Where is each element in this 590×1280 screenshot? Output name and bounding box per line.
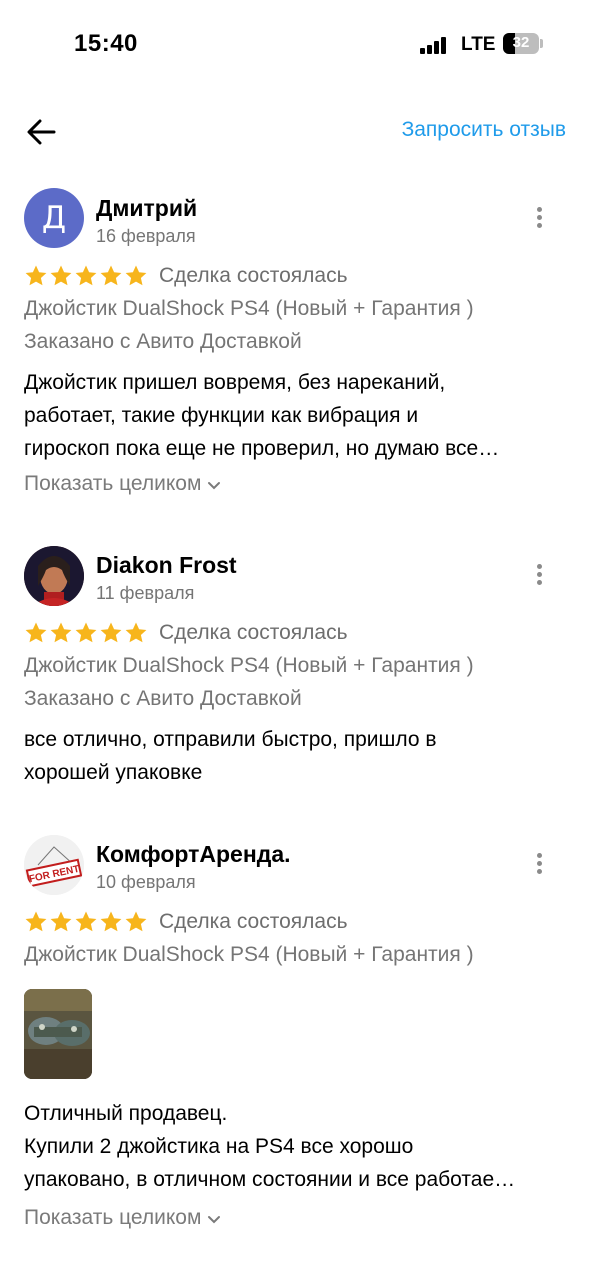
review-text-line: все отлично, отправили быстро, пришло в: [24, 728, 437, 751]
review-date: 10 февраля: [96, 872, 196, 892]
review-photo[interactable]: [24, 989, 92, 1079]
show-full-button[interactable]: Показать целиком: [24, 472, 221, 496]
item-title[interactable]: Джойстик DualShock PS4 (Новый + Гарантия…: [24, 654, 474, 678]
avatar[interactable]: Д: [24, 188, 84, 248]
show-full-label: Показать целиком: [24, 1206, 202, 1229]
avatar[interactable]: FOR RENT: [24, 835, 84, 895]
gamepad-photo-image: [24, 989, 92, 1079]
review-text-line: работает, такие функции как вибрация и: [24, 404, 419, 427]
more-options-button[interactable]: [530, 203, 550, 233]
author-name[interactable]: КомфортАренда.: [96, 841, 291, 868]
item-title[interactable]: Джойстик DualShock PS4 (Новый + Гарантия…: [24, 297, 474, 321]
request-review-link[interactable]: Запросить отзыв: [402, 118, 566, 142]
avatar[interactable]: [24, 546, 84, 606]
author-name[interactable]: Diakon Frost: [96, 552, 237, 579]
star-icon: [25, 622, 47, 643]
review-date: 16 февраля: [96, 226, 196, 246]
star-icon: [100, 911, 122, 932]
back-button[interactable]: [22, 112, 62, 152]
status-time: 15:40: [74, 30, 138, 57]
chevron-down-icon: [208, 1216, 221, 1224]
chevron-down-icon: [208, 482, 221, 490]
star-icon: [100, 265, 122, 286]
network-type: LTE: [461, 34, 496, 55]
signal-icon: [420, 36, 450, 54]
delivery-note: Заказано с Авито Доставкой: [24, 687, 302, 710]
rating-stars: [24, 910, 148, 934]
delivery-note: Заказано с Авито Доставкой: [24, 330, 302, 353]
star-icon: [125, 265, 147, 286]
star-icon: [25, 265, 47, 286]
more-options-button[interactable]: [530, 849, 550, 879]
show-full-button[interactable]: Показать целиком: [24, 1206, 221, 1230]
star-icon: [75, 622, 97, 643]
review-text-line: упаковано, в отличном состоянии и все ра…: [24, 1168, 516, 1191]
show-full-label: Показать целиком: [24, 472, 202, 495]
star-icon: [100, 622, 122, 643]
battery-level: 32: [512, 34, 530, 51]
review-text-line: гироскоп пока еще не проверил, но думаю …: [24, 437, 500, 460]
rating-stars: [24, 621, 148, 645]
deal-status: Сделка состоялась: [159, 264, 348, 287]
deal-status: Сделка состоялась: [159, 910, 348, 933]
star-icon: [125, 911, 147, 932]
star-icon: [125, 622, 147, 643]
for-rent-sign-image: FOR RENT: [24, 835, 84, 895]
review-date: 11 февраля: [96, 583, 195, 603]
item-title[interactable]: Джойстик DualShock PS4 (Новый + Гарантия…: [24, 943, 474, 967]
more-options-button[interactable]: [530, 560, 550, 590]
author-name[interactable]: Дмитрий: [96, 195, 197, 222]
star-icon: [50, 911, 72, 932]
star-icon: [75, 265, 97, 286]
rating-stars: [24, 264, 148, 288]
avatar-image: [24, 546, 84, 606]
review-text-line: Отличный продавец.: [24, 1102, 228, 1125]
deal-status: Сделка состоялась: [159, 621, 348, 644]
star-icon: [50, 265, 72, 286]
review-text-line: хорошей упаковке: [24, 761, 203, 784]
avatar-letter: Д: [41, 200, 67, 236]
review-text-line: Купили 2 джойстика на PS4 все хорошо: [24, 1135, 414, 1158]
review-text: Отличный продавец. Купили 2 джойстика на…: [24, 1097, 569, 1196]
star-icon: [25, 911, 47, 932]
battery-tip: [540, 39, 543, 48]
status-bar: 15:40 LTE 32: [0, 0, 590, 90]
review-text: все отлично, отправили быстро, пришло в …: [24, 723, 569, 789]
star-icon: [50, 622, 72, 643]
arrow-left-icon: [27, 119, 56, 145]
review-text: Джойстик пришел вовремя, без нареканий, …: [24, 366, 569, 465]
review-text-line: Джойстик пришел вовремя, без нареканий,: [24, 371, 446, 394]
star-icon: [75, 911, 97, 932]
battery-icon: 32: [503, 33, 539, 54]
